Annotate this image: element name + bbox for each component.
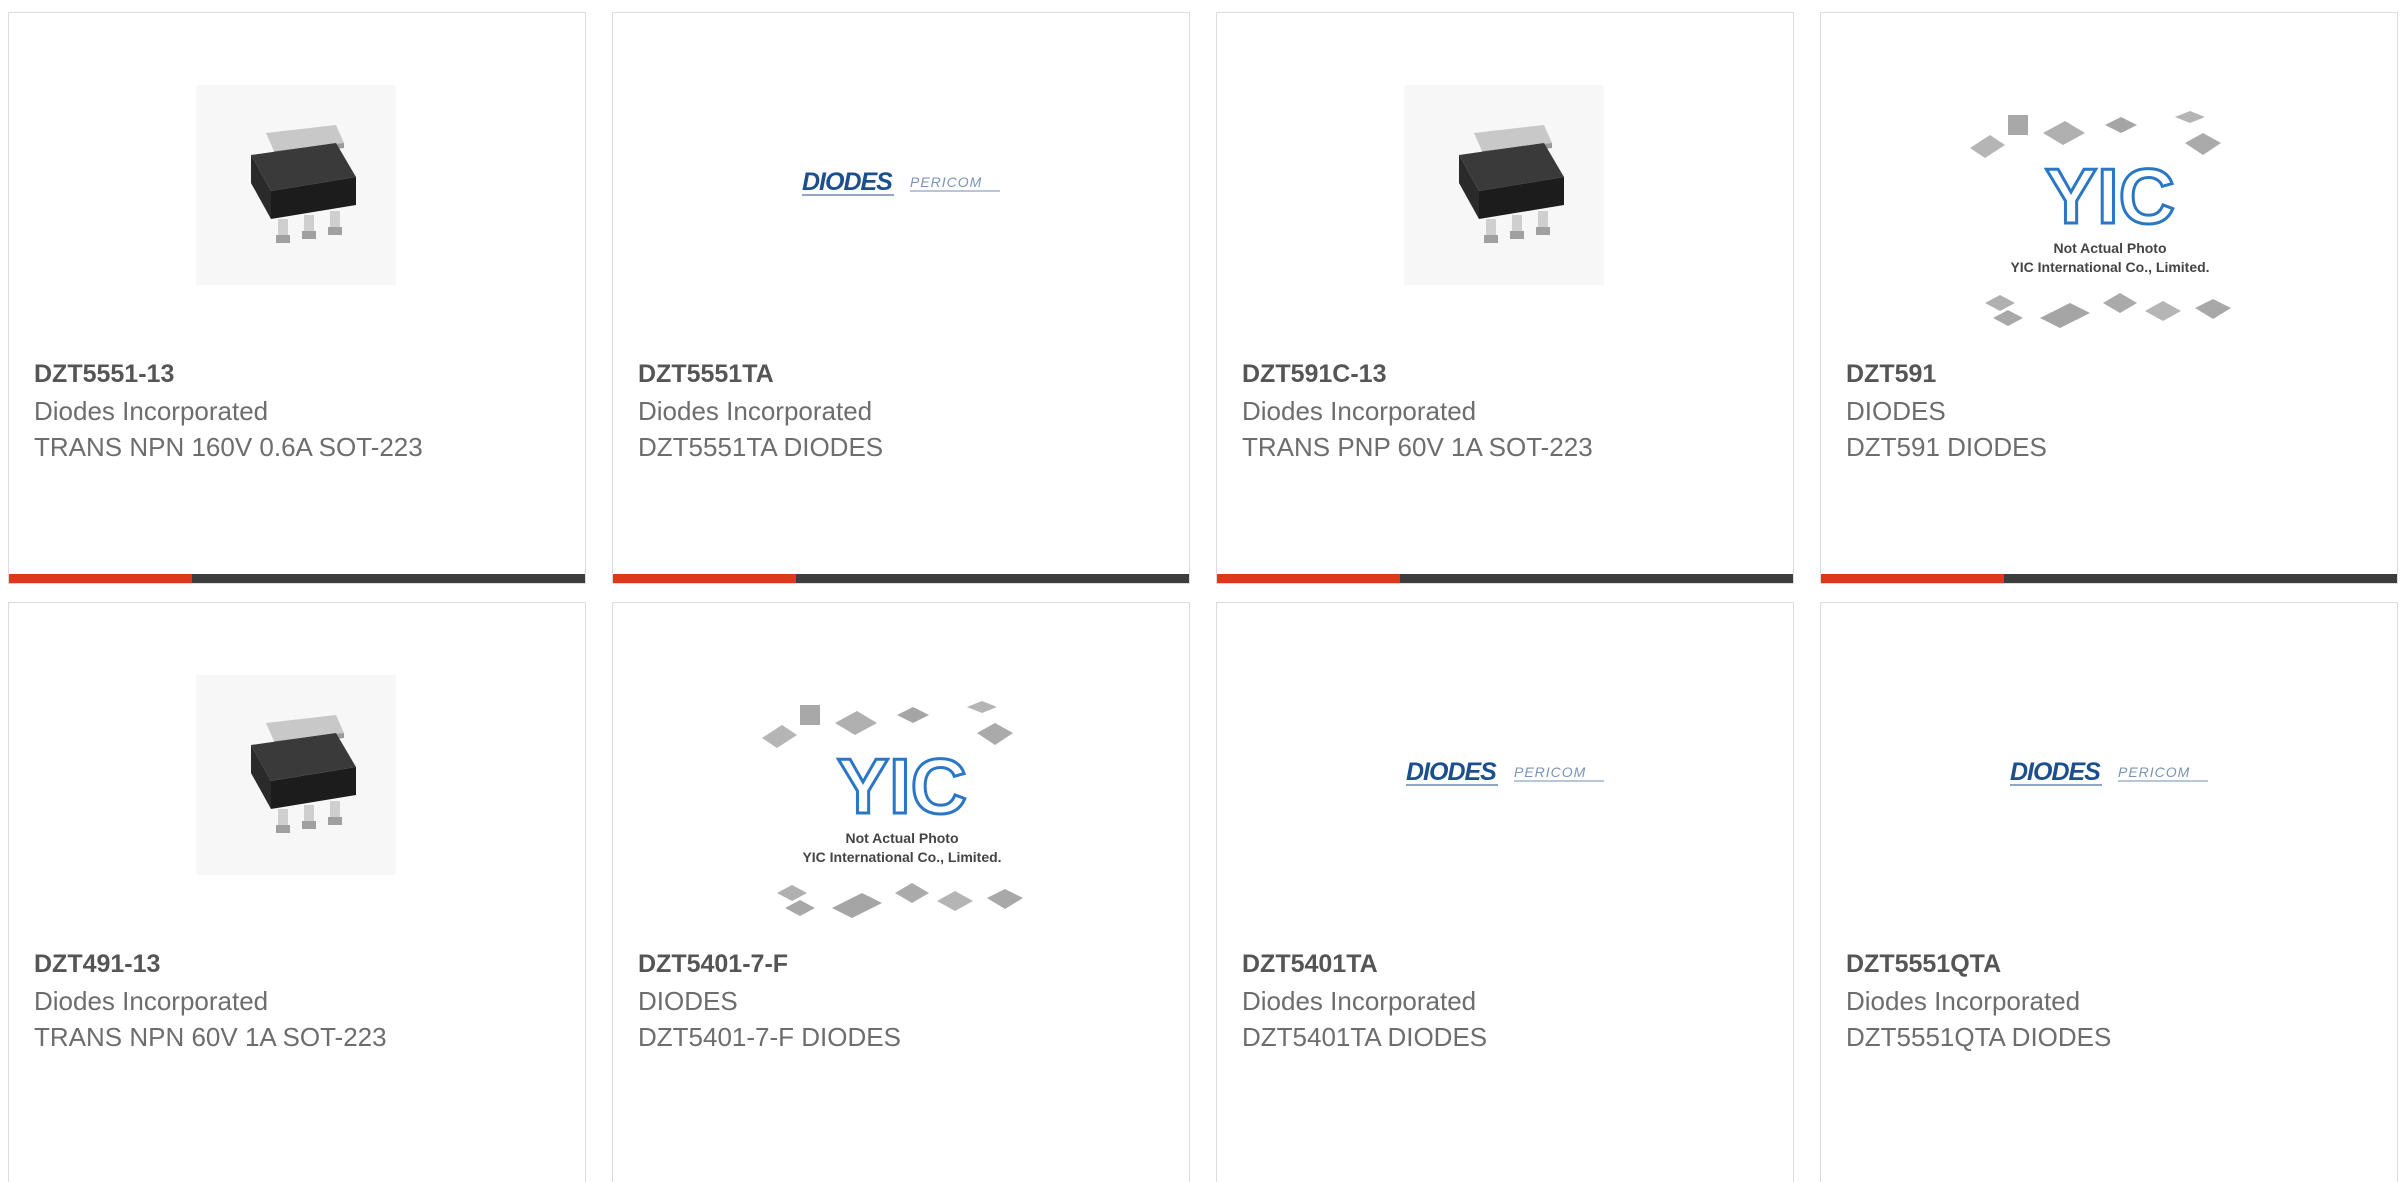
product-info: DZT5551QTA Diodes Incorporated DZT5551QT… <box>1846 946 2256 1055</box>
diodes-pericom-logo: DIODES PERICOM <box>802 168 1002 198</box>
product-image[interactable]: DIODES PERICOM <box>1217 603 1793 943</box>
product-card[interactable]: DZT591C-13 Diodes Incorporated TRANS PNP… <box>1216 12 1794 584</box>
part-number[interactable]: DZT5401TA <box>1242 946 1652 983</box>
not-actual-photo-text: Not Actual Photo <box>2053 240 2166 256</box>
product-grid: DZT5551-13 Diodes Incorporated TRANS NPN… <box>0 0 2400 1182</box>
part-number[interactable]: DZT5401-7-F <box>638 946 1048 983</box>
sot223-package-image <box>1404 85 1604 285</box>
description: DZT5401-7-F DIODES <box>638 1022 901 1052</box>
yic-company-text: YIC International Co., Limited. <box>2010 259 2209 275</box>
product-image[interactable] <box>9 13 585 353</box>
product-image[interactable]: YIC Not Actual Photo YIC International C… <box>1821 13 2397 353</box>
product-info: DZT491-13 Diodes Incorporated TRANS NPN … <box>34 946 444 1055</box>
pericom-logo-text: PERICOM <box>1514 764 1587 780</box>
description: TRANS NPN 60V 1A SOT-223 <box>34 1022 387 1052</box>
part-number[interactable]: DZT591C-13 <box>1242 356 1652 393</box>
part-number[interactable]: DZT491-13 <box>34 946 444 983</box>
card-bottom-bar <box>1217 574 1793 583</box>
pericom-logo-text: PERICOM <box>2118 764 2191 780</box>
card-bottom-bar <box>1821 574 2397 583</box>
manufacturer: DIODES <box>638 986 738 1016</box>
manufacturer: Diodes Incorporated <box>1242 986 1477 1016</box>
product-info: DZT5401TA Diodes Incorporated DZT5401TA … <box>1242 946 1652 1055</box>
part-number[interactable]: DZT5551-13 <box>34 356 444 393</box>
manufacturer: Diodes Incorporated <box>638 396 873 426</box>
diodes-logo-text: DIODES <box>2010 758 2101 786</box>
product-info: DZT591C-13 Diodes Incorporated TRANS PNP… <box>1242 356 1652 465</box>
product-card[interactable]: DIODES PERICOM DZT5551QTA Diodes Incorpo… <box>1820 602 2398 1182</box>
product-image[interactable]: DIODES PERICOM <box>613 13 1189 353</box>
diodes-pericom-logo: DIODES PERICOM <box>2010 758 2210 788</box>
manufacturer: DIODES <box>1846 396 1946 426</box>
product-card[interactable]: YIC Not Actual Photo YIC International C… <box>1820 12 2398 584</box>
description: DZT5551QTA DIODES <box>1846 1022 2112 1052</box>
product-image[interactable]: YIC Not Actual Photo YIC International C… <box>613 603 1189 943</box>
product-info: DZT591 DIODES DZT591 DIODES <box>1846 356 2256 465</box>
manufacturer: Diodes Incorporated <box>1846 986 2081 1016</box>
manufacturer: Diodes Incorporated <box>1242 396 1477 426</box>
pericom-logo-text: PERICOM <box>910 174 983 190</box>
yic-logo-text: YIC <box>2045 152 2175 240</box>
not-actual-photo-text: Not Actual Photo <box>845 830 958 846</box>
product-card[interactable]: DIODES PERICOM DZT5551TA Diodes Incorpor… <box>612 12 1190 584</box>
product-card[interactable]: DZT5551-13 Diodes Incorporated TRANS NPN… <box>8 12 586 584</box>
accent-bar <box>1821 574 2004 583</box>
accent-bar <box>1217 574 1400 583</box>
accent-bar <box>613 574 796 583</box>
product-image[interactable] <box>9 603 585 943</box>
product-card[interactable]: DIODES PERICOM DZT5401TA Diodes Incorpor… <box>1216 602 1794 1182</box>
description: TRANS NPN 160V 0.6A SOT-223 <box>34 432 423 462</box>
description: DZT591 DIODES <box>1846 432 2047 462</box>
product-image[interactable] <box>1217 13 1793 353</box>
yic-placeholder-image: YIC Not Actual Photo YIC International C… <box>757 693 1047 938</box>
diodes-logo-text: DIODES <box>1406 758 1497 786</box>
product-info: DZT5551-13 Diodes Incorporated TRANS NPN… <box>34 356 444 465</box>
product-card[interactable]: DZT491-13 Diodes Incorporated TRANS NPN … <box>8 602 586 1182</box>
sot223-package-image <box>196 675 396 875</box>
card-bottom-bar <box>9 574 585 583</box>
part-number[interactable]: DZT591 <box>1846 356 2256 393</box>
part-number[interactable]: DZT5551TA <box>638 356 1048 393</box>
description: DZT5551TA DIODES <box>638 432 884 462</box>
product-image[interactable]: DIODES PERICOM <box>1821 603 2397 943</box>
yic-logo-text: YIC <box>837 742 967 830</box>
yic-placeholder-image: YIC Not Actual Photo YIC International C… <box>1965 103 2255 348</box>
product-info: DZT5401-7-F DIODES DZT5401-7-F DIODES <box>638 946 1048 1055</box>
part-number[interactable]: DZT5551QTA <box>1846 946 2256 983</box>
yic-company-text: YIC International Co., Limited. <box>802 849 1001 865</box>
diodes-pericom-logo: DIODES PERICOM <box>1406 758 1606 788</box>
accent-bar <box>9 574 192 583</box>
description: TRANS PNP 60V 1A SOT-223 <box>1242 432 1593 462</box>
sot223-package-image <box>196 85 396 285</box>
diodes-logo-text: DIODES <box>802 168 893 196</box>
product-info: DZT5551TA Diodes Incorporated DZT5551TA … <box>638 356 1048 465</box>
product-card[interactable]: YIC Not Actual Photo YIC International C… <box>612 602 1190 1182</box>
description: DZT5401TA DIODES <box>1242 1022 1488 1052</box>
card-bottom-bar <box>613 574 1189 583</box>
manufacturer: Diodes Incorporated <box>34 986 269 1016</box>
manufacturer: Diodes Incorporated <box>34 396 269 426</box>
